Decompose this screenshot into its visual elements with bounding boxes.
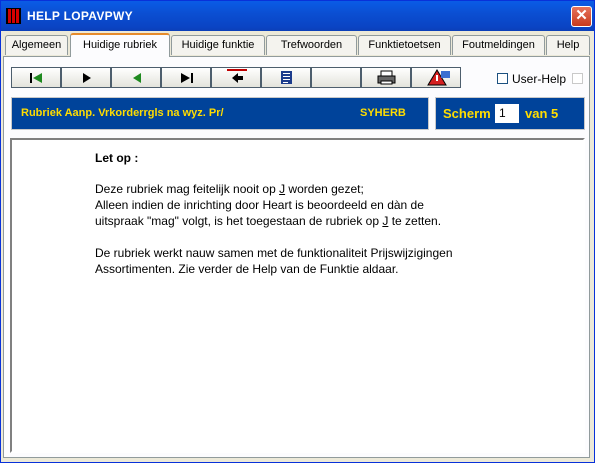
tab-foutmeldingen[interactable]: Foutmeldingen [452, 35, 545, 55]
help-line-3-post: te zetten. [388, 214, 442, 228]
return-button[interactable] [211, 67, 261, 88]
scherm-label: Scherm [443, 106, 491, 121]
first-record-button[interactable] [11, 67, 61, 88]
tab-strip: Algemeen Huidige rubriek Huidige funktie… [3, 33, 593, 57]
warning-icon [427, 69, 450, 86]
warning-button[interactable] [411, 67, 461, 88]
tab-algemeen[interactable]: Algemeen [5, 35, 68, 55]
app-icon [6, 8, 21, 24]
close-icon: ✕ [575, 7, 588, 24]
previous-button[interactable] [111, 67, 161, 88]
first-icon [30, 73, 42, 83]
return-icon [227, 69, 247, 83]
help-line-2: Alleen indien de inrichting door Heart i… [95, 198, 424, 212]
tab-help[interactable]: Help [546, 35, 590, 55]
title-bar[interactable]: HELP LOPAVPWY ✕ [1, 1, 594, 31]
van-label: van 5 [525, 106, 559, 121]
scherm-page-field[interactable]: 1 [495, 104, 519, 123]
play-button[interactable] [61, 67, 111, 88]
help-line-1-post: worden gezet; [285, 182, 364, 196]
help-line-4: De rubriek werkt nauw samen met de funkt… [95, 246, 453, 260]
help-line-5: Assortimenten. Zie verder de Help van de… [95, 262, 399, 276]
user-help-checkbox[interactable] [497, 73, 508, 84]
last-icon [181, 73, 193, 83]
print-icon [377, 70, 396, 85]
back-icon [133, 73, 141, 83]
help-line-1-pre: Deze rubriek mag feitelijk nooit op [95, 182, 280, 196]
play-icon [83, 73, 91, 83]
tab-funktietoetsen[interactable]: Funktietoetsen [358, 35, 451, 55]
tab-huidige-funktie[interactable]: Huidige funktie [171, 35, 265, 55]
tab-huidige-rubriek[interactable]: Huidige rubriek [70, 33, 170, 57]
help-title: Let op : [95, 151, 139, 165]
last-record-button[interactable] [161, 67, 211, 88]
rubriek-name: Rubriek Aanp. Vrkorderrgls na wyz. Pr/ [21, 107, 224, 119]
tab-trefwoorden[interactable]: Trefwoorden [266, 35, 357, 55]
rubriek-bar: Rubriek Aanp. Vrkorderrgls na wyz. Pr/ S… [11, 97, 429, 130]
help-line-3: uitspraak "mag" volgt, is het toegestaan… [95, 214, 441, 228]
close-button[interactable]: ✕ [571, 6, 592, 27]
print-button[interactable] [361, 67, 411, 88]
help-line-3-pre: uitspraak "mag" volgt, is het toegestaan… [95, 214, 383, 228]
blank-button[interactable] [311, 67, 361, 88]
scherm-page-value: 1 [499, 106, 506, 120]
extra-checkbox[interactable] [572, 73, 583, 84]
rubriek-code: SYHERB [360, 107, 406, 119]
document-icon [281, 71, 292, 84]
user-help-label: User-Help [512, 72, 567, 86]
help-line-1: Deze rubriek mag feitelijk nooit op J wo… [95, 182, 364, 196]
document-button[interactable] [261, 67, 311, 88]
window-title: HELP LOPAVPWY [27, 9, 133, 23]
